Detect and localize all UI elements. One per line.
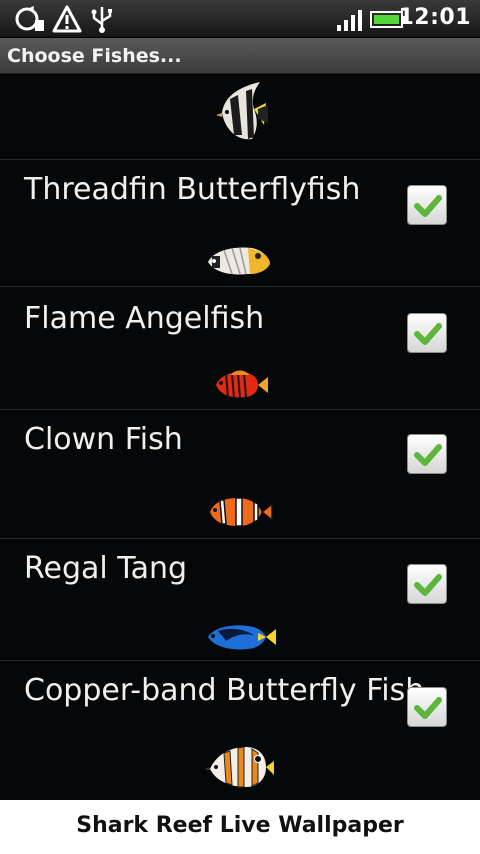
list-item[interactable]: Flame Angelfish — [0, 287, 480, 410]
fish-name: Copper-band Butterfly Fish — [24, 673, 425, 708]
fish-checkbox[interactable] — [407, 185, 447, 225]
threadfin-butterflyfish-icon — [208, 247, 270, 275]
page-title: Choose Fishes... — [7, 45, 182, 67]
clown-fish-icon — [210, 497, 273, 527]
list-item[interactable]: Copper-band Butterfly Fish — [0, 661, 480, 800]
sync-icon — [15, 6, 44, 31]
fish-checkbox[interactable] — [407, 313, 447, 353]
list-item[interactable] — [0, 75, 480, 160]
fish-name: Threadfin Butterflyfish — [24, 172, 361, 207]
check-icon — [414, 697, 442, 719]
status-bar: 12:01 — [0, 0, 480, 38]
usb-icon — [91, 7, 112, 33]
fish-list: Threadfin Butterflyfish Flame Angelfish — [0, 75, 480, 800]
fish-name: Regal Tang — [24, 551, 188, 586]
fish-checkbox[interactable] — [407, 687, 447, 727]
check-icon — [414, 195, 442, 217]
fish-name: Clown Fish — [24, 422, 183, 457]
clock: 12:01 — [398, 5, 471, 30]
signal-icon — [337, 10, 362, 31]
fish-checkbox[interactable] — [407, 434, 447, 474]
app-name: Shark Reef Live Wallpaper — [76, 813, 404, 838]
warning-icon — [52, 5, 82, 33]
footer-banner: Shark Reef Live Wallpaper — [0, 800, 480, 854]
check-icon — [414, 574, 442, 596]
list-item[interactable]: Clown Fish — [0, 410, 480, 539]
title-bar: Choose Fishes... — [0, 38, 480, 74]
copper-band-butterfly-fish-icon — [206, 746, 274, 788]
list-item[interactable]: Threadfin Butterflyfish — [0, 160, 480, 287]
check-icon — [414, 323, 442, 345]
moorish-idol-fish-icon — [216, 82, 268, 140]
list-item[interactable]: Regal Tang — [0, 539, 480, 661]
flame-angelfish-icon — [216, 370, 268, 399]
fish-name: Flame Angelfish — [24, 301, 265, 336]
regal-tang-icon — [208, 625, 276, 650]
check-icon — [414, 444, 442, 466]
fish-checkbox[interactable] — [407, 564, 447, 604]
